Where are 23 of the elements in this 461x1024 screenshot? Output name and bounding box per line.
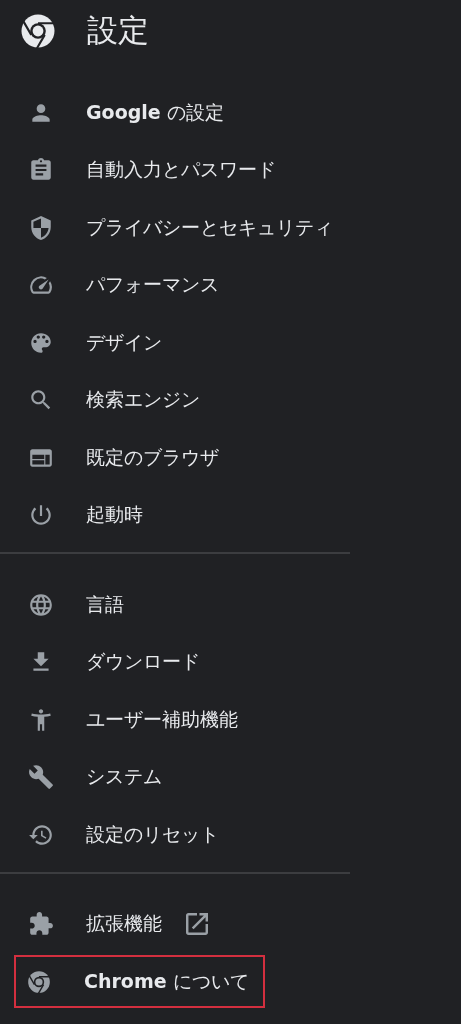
sidebar-item[interactable]: 言語 (0, 579, 140, 630)
page-title: 設定 (87, 11, 149, 50)
wrench-icon (28, 764, 54, 791)
sidebar-item[interactable]: デザイン (0, 317, 178, 368)
sidebar-item[interactable]: 既定のブラウザ (0, 432, 235, 483)
puzzle-icon (28, 911, 54, 938)
sidebar-item[interactable]: パフォーマンス (0, 260, 235, 311)
sidebar-item[interactable]: 拡張機能 (0, 899, 224, 950)
shield-icon (28, 214, 54, 241)
sidebar-item[interactable]: Google の設定 (0, 87, 240, 138)
sidebar-item[interactable]: ダウンロード (0, 637, 216, 688)
sidebar-item[interactable]: 自動入力とパスワード (0, 145, 292, 196)
globe-icon (28, 591, 54, 618)
sidebar-item[interactable]: ユーザー補助機能 (0, 694, 254, 745)
accessibility-icon (28, 706, 54, 733)
sidebar-item[interactable]: 設定のリセット (0, 809, 235, 860)
sidebar-item[interactable]: 起動時 (0, 490, 159, 541)
chrome-logo-icon (26, 968, 52, 995)
sidebar-item[interactable]: Chrome について (14, 955, 265, 1009)
sidebar-item[interactable]: システム (0, 752, 178, 803)
chrome-logo-icon (20, 13, 56, 49)
sidebar-item[interactable]: 検索エンジン (0, 375, 216, 426)
sidebar-item[interactable]: プライバシーとセキュリティ (0, 202, 349, 253)
